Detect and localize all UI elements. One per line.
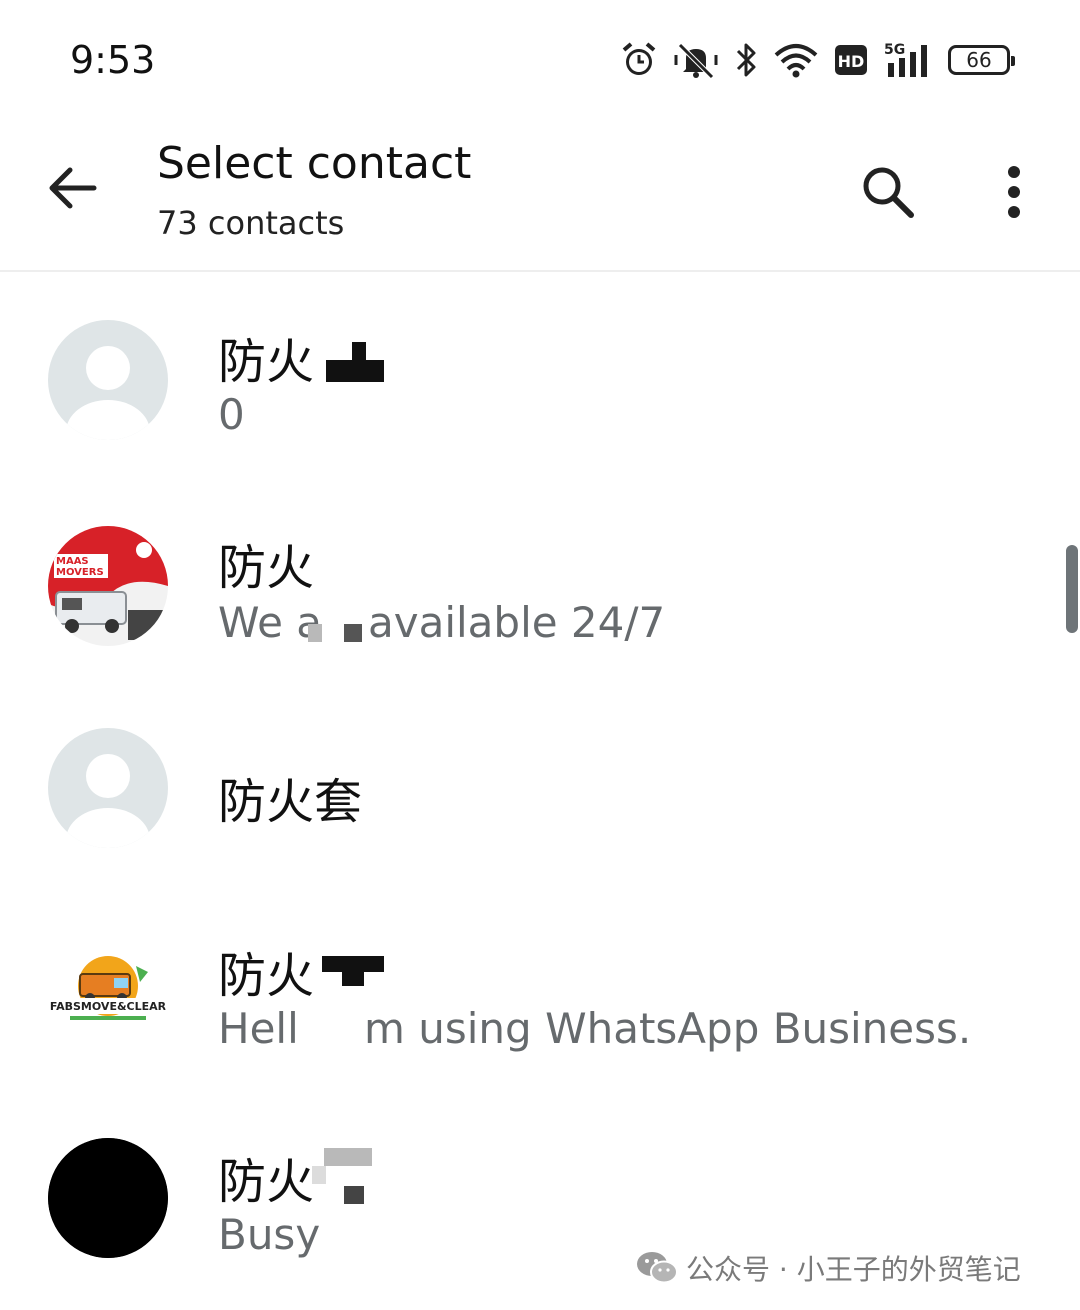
- contact-status-end: m using WhatsApp Business.: [364, 1004, 972, 1053]
- svg-text:HD: HD: [838, 52, 865, 71]
- status-time: 9:53: [70, 38, 156, 82]
- contact-row[interactable]: 防火 0: [0, 272, 1080, 476]
- default-person-icon: [66, 346, 150, 440]
- contact-avatar[interactable]: FABSMOVE&CLEAR: [48, 932, 168, 1052]
- default-person-icon: [66, 754, 150, 848]
- 5g-signal-icon: 5G: [884, 42, 927, 77]
- black-avatar: [48, 1138, 168, 1258]
- contact-row[interactable]: 防火套: [0, 684, 1080, 888]
- contact-name: 防火: [218, 334, 315, 390]
- contact-avatar[interactable]: MAAS MOVERS: [48, 526, 168, 646]
- contact-row[interactable]: MAAS MOVERS 防火 We a available 24/7: [0, 478, 1080, 682]
- contact-avatar[interactable]: [48, 320, 168, 440]
- contact-status: Busy: [218, 1210, 321, 1259]
- contact-row[interactable]: FABSMOVE&CLEAR 防火 Hell m using WhatsApp …: [0, 890, 1080, 1094]
- redaction-mark: [324, 1148, 372, 1166]
- status-bar: 9:53 HD 5G 66: [0, 0, 1080, 120]
- redaction-mark: [342, 970, 364, 986]
- redaction-mark: [344, 624, 362, 642]
- contact-avatar[interactable]: [48, 1138, 168, 1258]
- watermark: 公众号 · 小王子的外贸笔记: [636, 1246, 1021, 1290]
- svg-text:MOVERS: MOVERS: [56, 567, 104, 578]
- maas-movers-logo: MAAS MOVERS: [48, 526, 168, 646]
- back-button[interactable]: [40, 156, 104, 220]
- search-icon: [863, 167, 914, 218]
- more-vert-icon: [1008, 166, 1020, 218]
- watermark-text: 公众号 · 小王子的外贸笔记: [686, 1253, 1021, 1286]
- wifi-icon: [774, 44, 818, 78]
- contact-status: 0: [218, 390, 245, 439]
- contact-avatar[interactable]: [48, 728, 168, 848]
- redaction-mark: [344, 1186, 364, 1204]
- search-button[interactable]: [850, 154, 926, 230]
- contact-status-start: Hell: [218, 1004, 299, 1053]
- bluetooth-icon: [736, 43, 756, 77]
- alarm-icon: [622, 42, 656, 75]
- page-title: Select contact: [157, 138, 472, 189]
- svg-text:MAAS: MAAS: [56, 556, 89, 567]
- contacts-count: 73 contacts: [157, 204, 345, 242]
- contact-name: 防火: [218, 540, 315, 596]
- contact-name: 防火: [218, 1154, 315, 1210]
- contact-status-end: available 24/7: [368, 598, 666, 647]
- status-icons: HD 5G 66: [620, 38, 1015, 82]
- arrow-left-icon: [49, 167, 97, 209]
- silent-icon: [674, 43, 718, 79]
- contact-status-start: We a: [218, 598, 322, 647]
- select-contact-screen: 9:53 HD 5G 66 Select contact 73 contacts…: [0, 0, 1080, 1310]
- redaction-mark: [326, 360, 384, 382]
- contact-name: 防火: [218, 948, 315, 1004]
- svg-text:5G: 5G: [884, 42, 905, 58]
- redaction-mark: [308, 624, 322, 642]
- more-options-button[interactable]: [980, 154, 1048, 230]
- hd-icon: HD: [835, 45, 867, 75]
- redaction-mark: [312, 1166, 326, 1184]
- contact-name: 防火套: [218, 774, 363, 830]
- redaction-mark: [352, 342, 366, 362]
- fabsmove-clear-logo: FABSMOVE&CLEAR: [48, 932, 168, 1052]
- wechat-icon: [637, 1252, 678, 1284]
- battery-level: 66: [966, 48, 992, 72]
- svg-text:FABSMOVE&CLEAR: FABSMOVE&CLEAR: [50, 1000, 167, 1013]
- scrollbar-thumb[interactable]: [1066, 545, 1078, 633]
- battery-indicator: 66: [948, 45, 1015, 75]
- app-bar: Select contact 73 contacts: [0, 120, 1080, 272]
